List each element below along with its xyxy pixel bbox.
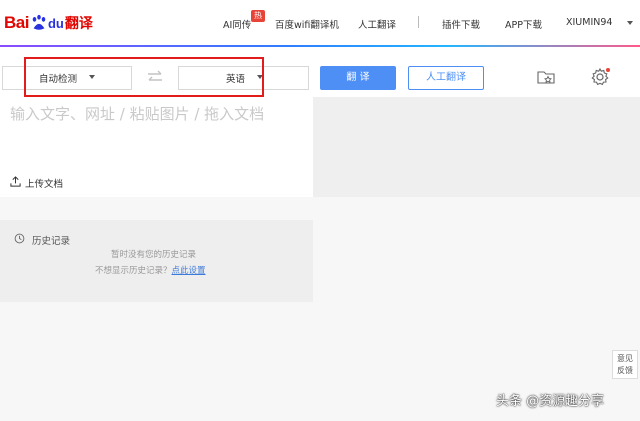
header-gradient-line	[0, 45, 640, 47]
translation-output-area	[313, 97, 640, 197]
feedback-line1: 意见	[617, 354, 633, 363]
history-hint: 不想显示历史记录？点此设置	[95, 264, 206, 276]
user-chevron-down-icon[interactable]	[627, 21, 633, 25]
translate-button[interactable]: 翻 译	[320, 66, 396, 90]
human-translate-button[interactable]: 人工翻译	[408, 66, 484, 90]
notification-dot	[606, 68, 610, 72]
watermark: 头条 @资源趣分享	[496, 394, 605, 409]
history-settings-link[interactable]: 点此设置	[172, 266, 206, 276]
nav-wifi-translator[interactable]: 百度wifi翻译机	[275, 17, 339, 31]
logo-du-text: du	[47, 15, 64, 31]
hot-badge: 热	[251, 10, 265, 22]
feedback-line2: 反馈	[617, 366, 633, 375]
logo-product-text: 翻译	[64, 16, 93, 32]
nav-plugin-download[interactable]: 插件下载	[442, 17, 480, 31]
logo-bai-text: Bai	[4, 13, 29, 32]
nav-ai-interpretation[interactable]: AI同传	[223, 17, 251, 31]
highlight-annotation-frame	[24, 57, 264, 97]
feedback-button[interactable]: 意见 反馈	[612, 350, 638, 379]
history-empty-message: 暂时没有您的历史记录	[111, 250, 197, 260]
nav-divider	[418, 16, 419, 28]
paw-icon	[32, 14, 46, 30]
history-clock-icon	[14, 233, 25, 244]
nav-app-download[interactable]: APP下载	[505, 17, 542, 31]
upload-icon[interactable]	[10, 176, 21, 187]
baidu-fanyi-logo[interactable]: Bai du 翻译	[4, 10, 93, 36]
history-hint-text: 不想显示历史记录？	[95, 266, 172, 276]
nav-human-translation[interactable]: 人工翻译	[358, 17, 396, 31]
source-text-placeholder: 输入文字、网址 / 粘贴图片 / 拖入文档	[10, 105, 265, 123]
favorites-star-icon[interactable]	[536, 67, 556, 87]
nav-user-menu[interactable]: XIUMIN94	[566, 17, 612, 28]
history-title: 历史记录	[32, 236, 71, 247]
upload-document-link[interactable]: 上传文档	[25, 176, 63, 190]
